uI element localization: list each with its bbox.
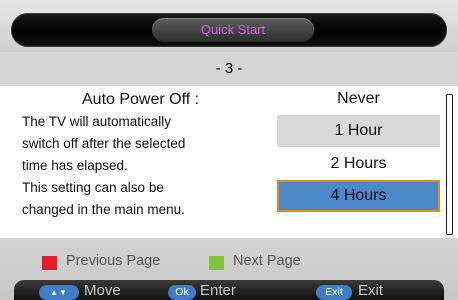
green-key-icon — [209, 256, 224, 270]
move-label: Move — [84, 282, 121, 299]
option-1-hour[interactable]: 1 Hour — [277, 115, 440, 147]
description-line: The TV will automatically — [22, 114, 172, 129]
option-2-hours[interactable]: 2 Hours — [277, 148, 440, 180]
page-title: Quick Start — [200, 22, 266, 37]
description-line: switch off after the selected — [22, 136, 186, 151]
up-down-arrow-icon: ▲▼ — [39, 285, 79, 300]
description-line: time has elapsed. — [22, 158, 128, 173]
setting-title: Auto Power Off : — [82, 91, 200, 108]
previous-page-hint[interactable]: Previous Page — [66, 253, 160, 269]
page-indicator: - 3 - — [215, 60, 243, 77]
enter-label: Enter — [200, 282, 236, 299]
ok-key-icon: Ok — [168, 285, 196, 300]
exit-label[interactable]: Exit — [358, 282, 383, 299]
scrollbar[interactable] — [446, 94, 453, 235]
option-4-hours[interactable]: 4 Hours — [277, 180, 440, 212]
option-never[interactable]: Never — [277, 86, 440, 112]
red-key-icon — [42, 256, 57, 270]
exit-key-icon: Exit — [316, 285, 352, 300]
next-page-hint[interactable]: Next Page — [233, 253, 301, 269]
description-line: changed in the main menu. — [22, 202, 185, 217]
description-line: This setting can also be — [22, 180, 164, 195]
